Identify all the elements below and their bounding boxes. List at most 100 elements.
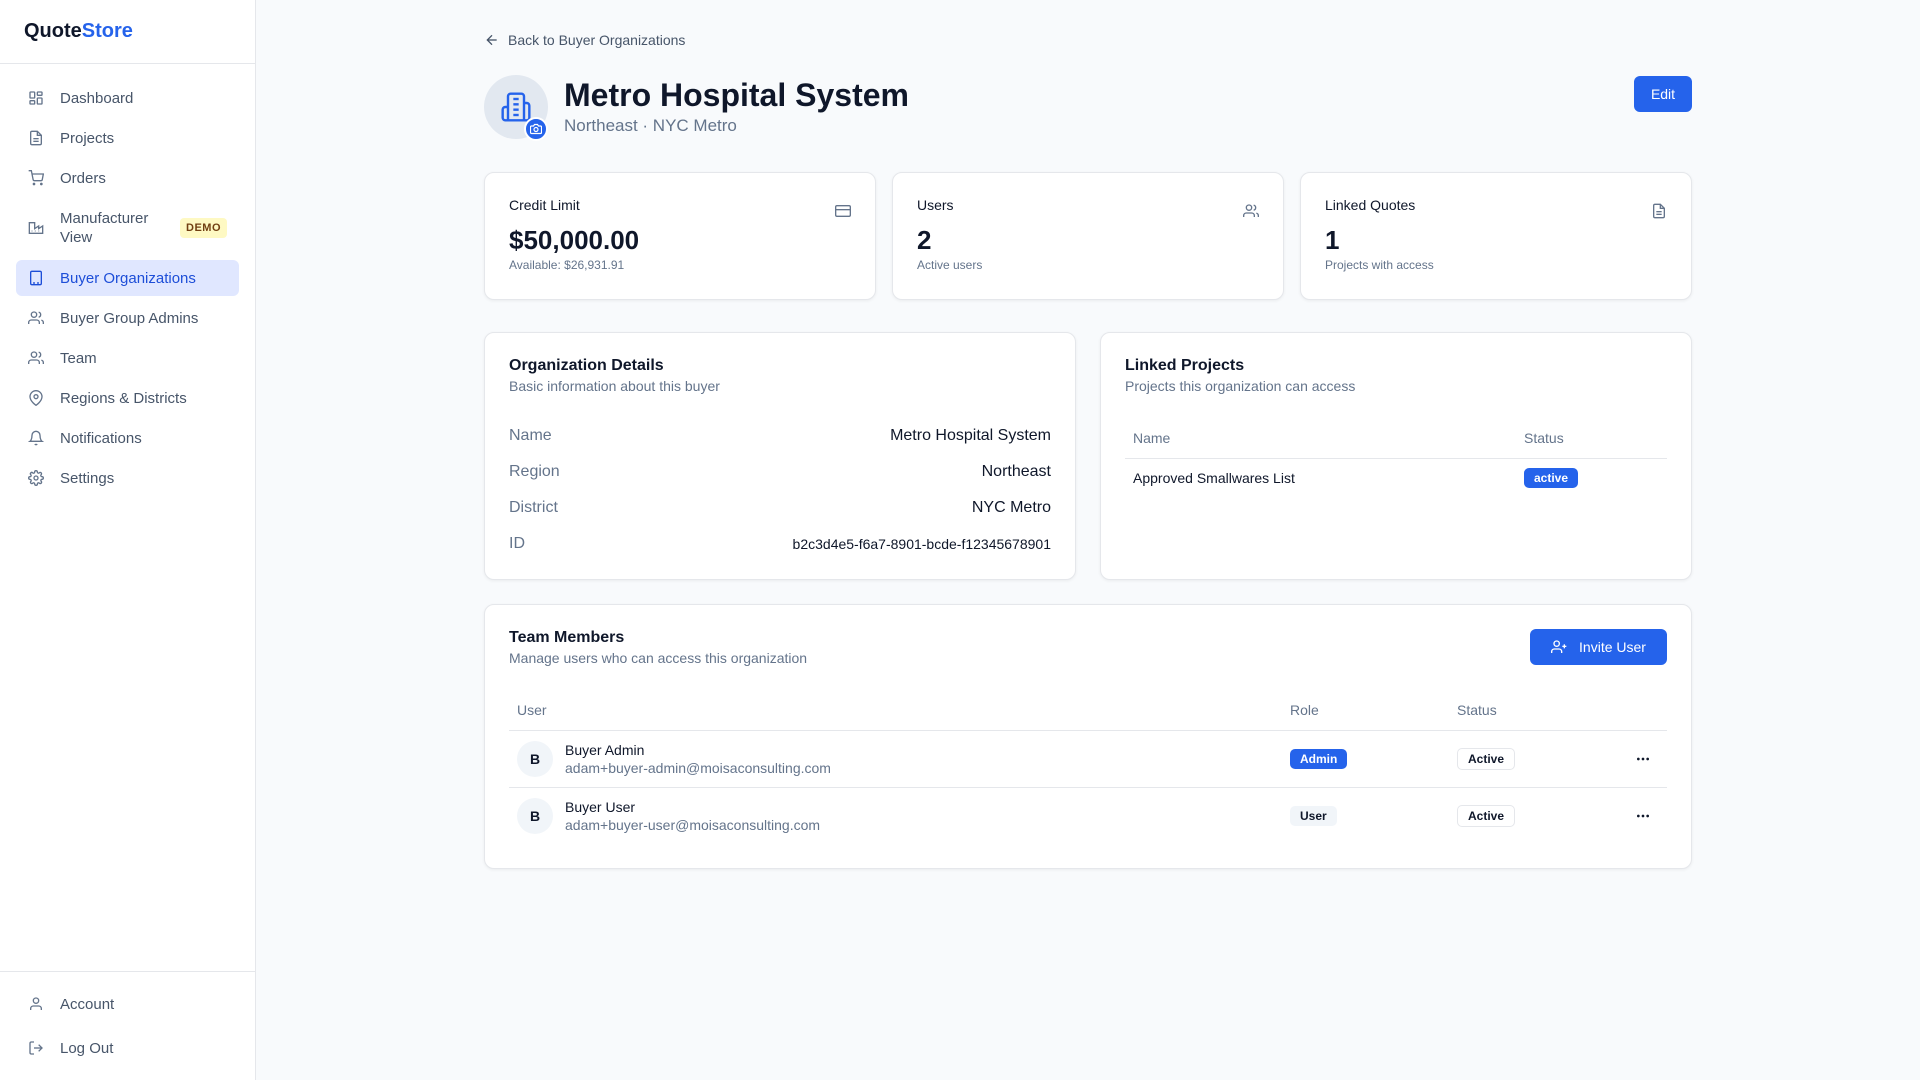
column-header-status: Status xyxy=(1449,690,1599,731)
sidebar-item-buyer-group-admins[interactable]: Buyer Group Admins xyxy=(16,300,239,336)
invite-user-button[interactable]: Invite User xyxy=(1530,629,1667,665)
building-icon xyxy=(28,270,44,286)
logo-text-quote: Quote xyxy=(24,20,82,42)
sidebar-item-account[interactable]: Account xyxy=(16,984,239,1024)
arrow-left-icon xyxy=(486,34,497,46)
table-row: B Buyer User adam+buyer-user@moisaconsul… xyxy=(509,787,1667,844)
stat-label: Users xyxy=(917,197,954,213)
users-icon xyxy=(28,310,44,326)
role-cell: User xyxy=(1282,787,1449,844)
row-actions-button[interactable] xyxy=(1627,743,1659,775)
user-icon xyxy=(28,996,44,1012)
column-header-user: User xyxy=(509,690,1282,731)
sidebar-item-label: Buyer Group Admins xyxy=(60,309,199,327)
sidebar-item-label: Settings xyxy=(60,469,115,487)
stat-value: $50,000.00 xyxy=(509,225,640,255)
sidebar-item-orders[interactable]: Orders xyxy=(16,160,239,196)
organization-details-card: Organization Details Basic information a… xyxy=(484,332,1076,580)
demo-badge: DEMO xyxy=(180,218,227,238)
actions-cell xyxy=(1599,787,1667,844)
role-cell: Admin xyxy=(1282,730,1449,788)
sidebar-item-label: Manufacturer View xyxy=(60,210,149,246)
stat-subtext: Active users xyxy=(917,258,983,272)
user-name: Buyer Admin xyxy=(565,741,645,758)
user-cell: B Buyer Admin adam+buyer-admin@moisacons… xyxy=(509,730,1282,788)
gear-icon xyxy=(28,470,44,486)
avatar: B xyxy=(517,740,553,777)
card-title: Team Members xyxy=(509,629,625,646)
sidebar: Quote Store Dashboard Projects Orders Man… xyxy=(0,0,256,1080)
edit-button[interactable]: Edit xyxy=(1634,76,1692,112)
stat-card-linked-quotes: Linked Quotes 1 Projects with access xyxy=(1300,172,1692,300)
card-title: Organization Details xyxy=(509,357,664,374)
stat-subtext: Available: $26,931.91 xyxy=(509,258,625,272)
users-icon xyxy=(28,350,44,366)
detail-key: Name xyxy=(509,427,552,444)
team-members-card: Team Members Manage users who can access… xyxy=(484,604,1692,869)
sidebar-item-manufacturer-view[interactable]: Manufacturer View DEMO xyxy=(16,200,239,256)
detail-row-name: Name Metro Hospital System xyxy=(509,418,1051,454)
user-cell: B Buyer User adam+buyer-user@moisaconsul… xyxy=(509,787,1282,844)
sidebar-item-buyer-organizations[interactable]: Buyer Organizations xyxy=(16,260,239,296)
detail-key: District xyxy=(509,499,558,516)
page-header: Metro Hospital System Northeast · NYC Me… xyxy=(484,75,1692,141)
logo-text-store: Store xyxy=(81,20,133,42)
project-name[interactable]: Approved Smallwares List xyxy=(1125,458,1516,498)
sidebar-item-label: Team xyxy=(60,349,97,367)
column-header-role: Role xyxy=(1282,690,1449,731)
sidebar-item-settings[interactable]: Settings xyxy=(16,460,239,496)
detail-value: NYC Metro xyxy=(971,499,1051,516)
bell-icon xyxy=(28,430,44,446)
sidebar-item-regions-districts[interactable]: Regions & Districts xyxy=(16,380,239,416)
sidebar-item-projects[interactable]: Projects xyxy=(16,120,239,156)
sidebar-item-dashboard[interactable]: Dashboard xyxy=(16,80,239,116)
logout-icon xyxy=(28,1040,44,1056)
stat-card-credit-limit: Credit Limit $50,000.00 Available: $26,9… xyxy=(484,172,876,300)
status-cell: Active xyxy=(1449,730,1599,788)
table-row: B Buyer Admin adam+buyer-admin@moisacons… xyxy=(509,730,1667,788)
sidebar-item-label: Log Out xyxy=(60,1039,114,1057)
more-horizontal-icon xyxy=(1637,814,1649,818)
sidebar-item-team[interactable]: Team xyxy=(16,340,239,376)
change-photo-button[interactable] xyxy=(524,117,548,141)
sidebar-item-label: Regions & Districts xyxy=(60,389,187,407)
column-header-name: Name xyxy=(1125,418,1516,459)
row-actions-button[interactable] xyxy=(1627,800,1659,832)
sidebar-item-logout[interactable]: Log Out xyxy=(16,1028,239,1068)
credit-card-icon xyxy=(835,203,851,219)
camera-icon xyxy=(530,123,542,135)
stat-label: Credit Limit xyxy=(509,197,580,213)
linked-projects-table: Name Status Approved Smallwares List act… xyxy=(1125,418,1667,498)
app-logo[interactable]: Quote Store xyxy=(0,0,255,64)
back-link[interactable]: Back to Buyer Organizations xyxy=(484,32,685,48)
users-icon xyxy=(1243,203,1259,219)
sidebar-item-notifications[interactable]: Notifications xyxy=(16,420,239,456)
user-email: adam+buyer-admin@moisaconsulting.com xyxy=(565,759,831,776)
sidebar-nav: Dashboard Projects Orders Manufacturer V… xyxy=(0,64,255,516)
page-subtitle: Northeast · NYC Metro xyxy=(564,116,737,135)
status-cell: Active xyxy=(1449,787,1599,844)
detail-row-id: ID b2c3d4e5-f6a7-8901-bcde-f12345678901 xyxy=(509,526,1051,562)
detail-value: Northeast xyxy=(981,463,1051,480)
stat-subtext: Projects with access xyxy=(1325,258,1434,272)
user-plus-icon xyxy=(1551,640,1567,653)
detail-value: b2c3d4e5-f6a7-8901-bcde-f12345678901 xyxy=(792,536,1051,552)
sidebar-item-label: Dashboard xyxy=(60,89,134,107)
status-badge: Active xyxy=(1457,804,1516,827)
column-header-actions xyxy=(1599,690,1667,731)
table-row[interactable]: Approved Smallwares List active xyxy=(1125,458,1667,498)
stat-value: 2 xyxy=(917,225,932,255)
detail-key: Region xyxy=(509,463,560,480)
user-email: adam+buyer-user@moisaconsulting.com xyxy=(565,816,821,833)
more-horizontal-icon xyxy=(1637,757,1649,760)
sidebar-item-label: Buyer Organizations xyxy=(60,269,196,287)
card-description: Basic information about this buyer xyxy=(509,378,720,394)
stat-label: Linked Quotes xyxy=(1325,197,1416,213)
card-description: Projects this organization can access xyxy=(1125,378,1356,394)
details-list: Name Metro Hospital System Region Northe… xyxy=(509,418,1051,562)
sidebar-item-label: Projects xyxy=(60,129,115,147)
column-header-status: Status xyxy=(1516,418,1667,459)
org-avatar[interactable] xyxy=(484,75,548,141)
cart-icon xyxy=(28,170,44,186)
avatar: B xyxy=(517,797,553,834)
